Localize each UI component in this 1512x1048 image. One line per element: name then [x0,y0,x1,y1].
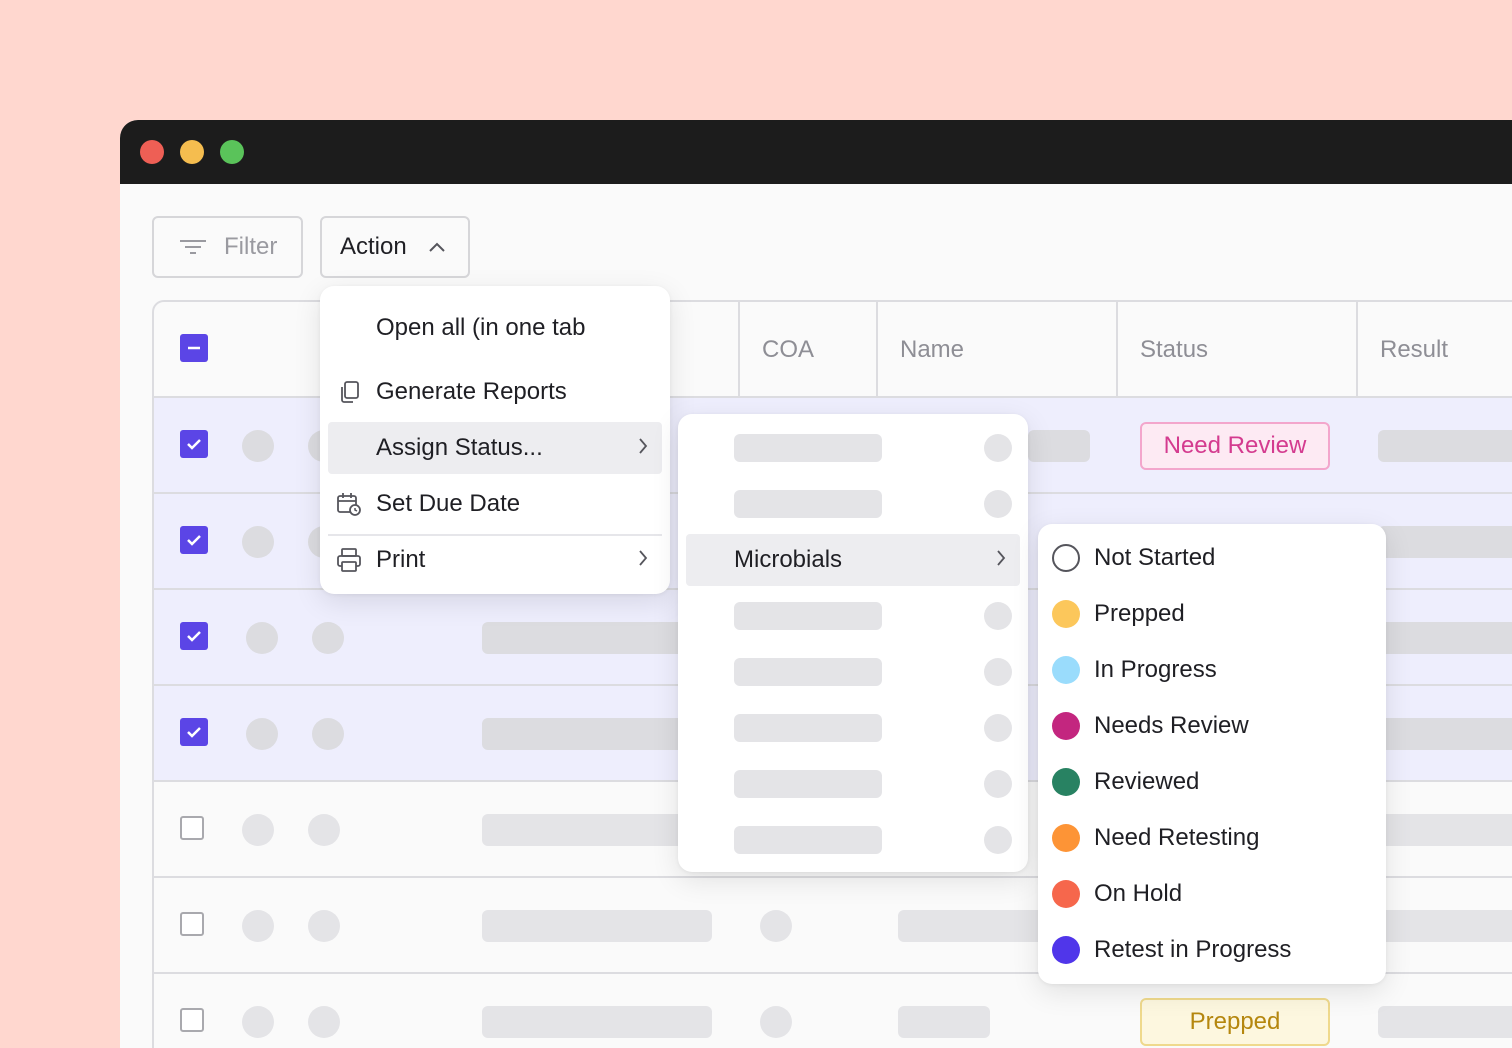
placeholder-bar [482,1006,712,1038]
chevron-right-icon [639,550,648,566]
placeholder-bar [734,602,882,630]
placeholder-dot [308,814,340,846]
placeholder-dot [246,622,278,654]
placeholder-dot [242,1006,274,1038]
empty-circle-icon [1052,544,1080,572]
placeholder-dot [312,622,344,654]
row-checkbox[interactable] [180,622,208,650]
placeholder-dot [246,718,278,750]
category-submenu: Microbials [678,414,1028,872]
close-window-button[interactable] [140,140,164,164]
placeholder-dot [242,910,274,942]
action-button[interactable]: Action [320,216,470,278]
submenu-item-microbials[interactable]: Microbials [686,534,1020,586]
placeholder-bar [734,490,882,518]
column-header-name[interactable]: Name [876,302,1116,398]
status-dot-icon [1052,712,1080,740]
row-checkbox[interactable] [180,718,208,746]
menu-item-print[interactable]: Print [328,534,662,586]
placeholder-dot [760,910,792,942]
placeholder-bar [1378,1006,1512,1038]
placeholder-bar [1378,526,1512,558]
placeholder-bar [734,770,882,798]
copy-icon [341,381,359,403]
placeholder-dot [984,658,1012,686]
placeholder-dot [312,718,344,750]
placeholder-dot [984,602,1012,630]
status-option-not-started[interactable]: Not Started [1052,538,1215,578]
status-option-on-hold[interactable]: On Hold [1052,874,1182,914]
placeholder-dot [242,526,274,558]
column-header-status[interactable]: Status [1116,302,1356,398]
row-checkbox[interactable] [180,430,208,458]
action-button-label: Action [340,233,407,260]
maximize-window-button[interactable] [220,140,244,164]
chevron-right-icon [639,438,648,454]
placeholder-bar [898,1006,990,1038]
status-option-needs-review[interactable]: Needs Review [1052,706,1249,746]
placeholder-dot [242,814,274,846]
status-option-reviewed[interactable]: Reviewed [1052,762,1199,802]
menu-item-set-due-date[interactable]: Set Due Date [328,478,662,530]
row-checkbox[interactable] [180,1008,204,1032]
placeholder-dot [308,910,340,942]
status-dot-icon [1052,880,1080,908]
status-option-prepped[interactable]: Prepped [1052,594,1185,634]
chevron-up-icon [428,242,445,252]
status-dot-icon [1052,824,1080,852]
menu-item-generate-reports[interactable]: Generate Reports [328,366,662,418]
status-badge[interactable]: Prepped [1140,998,1330,1046]
chevron-right-icon [997,550,1006,566]
placeholder-bar [734,826,882,854]
column-header-coa[interactable]: COA [738,302,876,398]
placeholder-dot [984,826,1012,854]
placeholder-dot [760,1006,792,1038]
title-bar [120,120,1512,184]
status-dot-icon [1052,600,1080,628]
column-header-result[interactable]: Result [1356,302,1512,398]
row-checkbox[interactable] [180,912,204,936]
placeholder-bar [898,910,1048,942]
menu-item-open-all[interactable]: Open all (in one tab [328,302,662,354]
status-dot-icon [1052,656,1080,684]
placeholder-dot [308,1006,340,1038]
placeholder-bar [1378,430,1512,462]
status-option-need-retesting[interactable]: Need Retesting [1052,818,1259,858]
printer-icon [337,548,361,572]
menu-item-assign-status[interactable]: Assign Status... [328,422,662,474]
placeholder-dot [242,430,274,462]
placeholder-bar [1378,622,1512,654]
status-dot-icon [1052,768,1080,796]
placeholder-dot [984,770,1012,798]
minimize-window-button[interactable] [180,140,204,164]
row-checkbox[interactable] [180,816,204,840]
filter-button[interactable]: Filter [152,216,303,278]
table-row[interactable]: Prepped [154,974,1512,1048]
filter-button-label: Filter [224,233,278,260]
status-dot-icon [1052,936,1080,964]
placeholder-bar [734,658,882,686]
status-option-retest-in-progress[interactable]: Retest in Progress [1052,930,1291,970]
placeholder-bar [1378,910,1512,942]
filter-icon [180,240,206,254]
placeholder-bar [482,910,712,942]
placeholder-bar [1028,430,1090,462]
row-checkbox[interactable] [180,526,208,554]
placeholder-dot [984,434,1012,462]
placeholder-bar [1378,814,1512,846]
placeholder-dot [984,490,1012,518]
placeholder-bar [734,714,882,742]
placeholder-bar [734,434,882,462]
select-all-checkbox[interactable] [180,334,208,362]
status-badge[interactable]: Need Review [1140,422,1330,470]
placeholder-bar [1378,718,1512,750]
status-submenu: Not Started Prepped In Progress Needs Re… [1038,524,1386,984]
placeholder-dot [984,714,1012,742]
action-menu: Open all (in one tab Generate Reports As… [320,286,670,594]
status-option-in-progress[interactable]: In Progress [1052,650,1217,690]
calendar-clock-icon [337,493,361,516]
